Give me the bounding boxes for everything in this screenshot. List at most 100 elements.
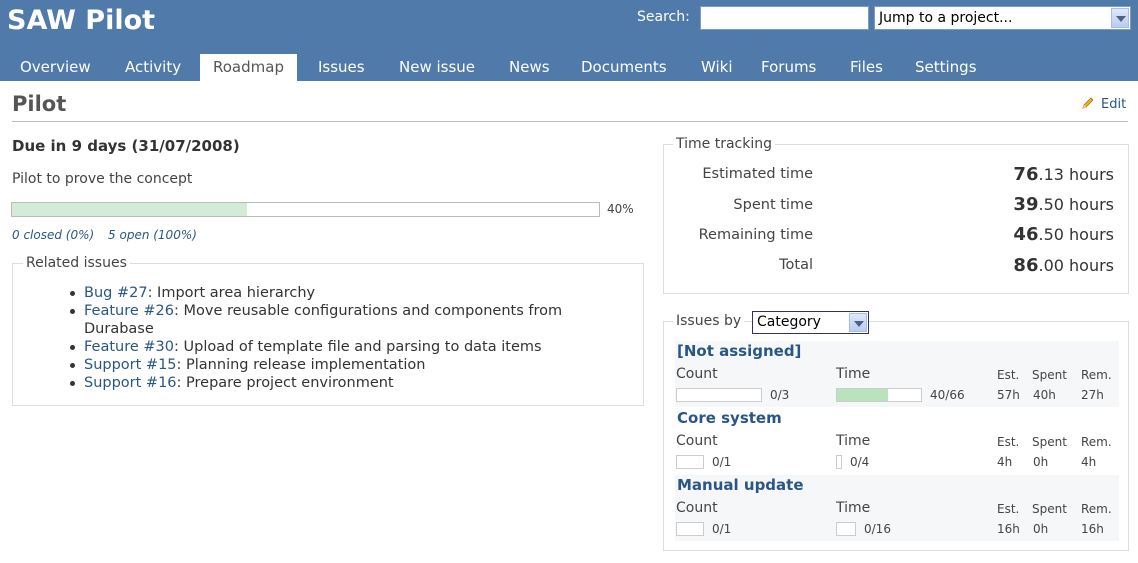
category-name[interactable]: Core system xyxy=(677,409,782,427)
est-value: 16h xyxy=(997,522,1020,536)
edit-label: Edit xyxy=(1101,97,1127,112)
spent-header: Spent xyxy=(1032,435,1067,449)
est-header: Est. xyxy=(997,502,1020,516)
list-item: Support #15: Planning release implementa… xyxy=(70,356,610,374)
spent-header: Spent xyxy=(1032,502,1067,516)
issues-by-select[interactable]: Category xyxy=(752,311,869,334)
related-issues-legend: Related issues xyxy=(23,255,130,271)
tab-roadmap[interactable]: Roadmap xyxy=(200,54,297,81)
time-header: Time xyxy=(836,433,871,449)
edit-link[interactable]: Edit xyxy=(1081,96,1126,112)
rem-value: 4h xyxy=(1081,455,1097,469)
issue-subject: : Prepare project environment xyxy=(176,375,394,391)
main-menu: Overview Activity Roadmap Issues New iss… xyxy=(0,54,1138,81)
count-bar xyxy=(676,388,762,402)
time-value[interactable]: 40/66 xyxy=(930,388,965,402)
related-issues-list: Bug #27: Import area hierarchy Feature #… xyxy=(70,284,610,392)
count-value[interactable]: 0/1 xyxy=(712,455,731,469)
tab-documents[interactable]: Documents xyxy=(568,54,680,81)
list-item: Bug #27: Import area hierarchy xyxy=(70,284,610,302)
time-header: Time xyxy=(836,366,871,382)
issue-link[interactable]: Bug #27 xyxy=(84,285,148,301)
est-header: Est. xyxy=(997,435,1020,449)
rem-value: 27h xyxy=(1081,388,1104,402)
tab-files[interactable]: Files xyxy=(837,54,896,81)
est-value: 57h xyxy=(997,388,1020,402)
list-item: Feature #30: Upload of template file and… xyxy=(70,338,610,356)
time-value[interactable]: 0/16 xyxy=(864,522,891,536)
progress-bar xyxy=(11,202,600,217)
spent-header: Spent xyxy=(1032,368,1067,382)
related-issues-box: Related issues Bug #27: Import area hier… xyxy=(12,255,644,406)
spent-time-label: Spent time xyxy=(733,197,813,213)
chevron-down-icon[interactable] xyxy=(1111,8,1129,28)
issues-by-legend: Issues by xyxy=(673,313,745,329)
est-header: Est. xyxy=(997,368,1020,382)
closed-issues-link[interactable]: 0 closed (0%) xyxy=(12,228,94,242)
tab-settings[interactable]: Settings xyxy=(902,54,990,81)
rem-header: Rem. xyxy=(1081,435,1112,449)
tab-forums[interactable]: Forums xyxy=(748,54,829,81)
category-block: Core system Count Time Est. Spent Rem. 0… xyxy=(675,408,1119,474)
issue-link[interactable]: Feature #26 xyxy=(84,303,174,319)
time-value[interactable]: 0/4 xyxy=(850,455,869,469)
issue-link[interactable]: Support #15 xyxy=(84,357,177,373)
tab-wiki[interactable]: Wiki xyxy=(688,54,746,81)
list-item: Feature #26: Move reusable configuration… xyxy=(70,302,610,338)
tab-issues[interactable]: Issues xyxy=(305,54,378,81)
time-tracking-box: Time tracking Estimated time 76.13 hours… xyxy=(663,136,1129,294)
app-title[interactable]: SAW Pilot xyxy=(7,5,155,36)
spent-value: 40h xyxy=(1033,388,1056,402)
tab-overview[interactable]: Overview xyxy=(7,54,104,81)
remaining-time-value: 46.50 hours xyxy=(1013,224,1114,245)
time-tracking-legend: Time tracking xyxy=(673,136,775,152)
total-time-value: 86.00 hours xyxy=(1013,255,1114,276)
tab-new-issue[interactable]: New issue xyxy=(386,54,488,81)
header: SAW Pilot Search: Jump to a project... O… xyxy=(0,0,1138,81)
jump-to-project-select[interactable]: Jump to a project... xyxy=(874,6,1131,30)
time-header: Time xyxy=(836,500,871,516)
category-block: Manual update Count Time Est. Spent Rem.… xyxy=(675,475,1119,541)
remaining-time-label: Remaining time xyxy=(698,227,813,243)
title-divider xyxy=(12,121,1128,122)
category-name[interactable]: [Not assigned] xyxy=(677,342,801,360)
search-label: Search: xyxy=(637,9,690,25)
spent-time-value: 39.50 hours xyxy=(1013,194,1114,215)
due-date: Due in 9 days (31/07/2008) xyxy=(12,137,240,155)
spent-value: 0h xyxy=(1033,522,1049,536)
time-bar xyxy=(836,388,922,402)
issue-link[interactable]: Feature #30 xyxy=(84,339,174,355)
pencil-icon xyxy=(1082,97,1094,109)
spent-value: 0h xyxy=(1033,455,1049,469)
count-header: Count xyxy=(676,433,718,449)
rem-header: Rem. xyxy=(1081,368,1112,382)
rem-value: 16h xyxy=(1081,522,1104,536)
progress-percent: 40% xyxy=(607,202,634,216)
issue-link[interactable]: Support #16 xyxy=(84,375,177,391)
issue-subject: : Planning release implementation xyxy=(176,357,426,373)
estimated-time-value: 76.13 hours xyxy=(1013,164,1114,185)
time-bar xyxy=(836,455,842,469)
chevron-down-icon[interactable] xyxy=(849,313,867,332)
rem-header: Rem. xyxy=(1081,502,1112,516)
est-value: 4h xyxy=(997,455,1013,469)
count-value[interactable]: 0/1 xyxy=(712,522,731,536)
issue-subject: : Import area hierarchy xyxy=(147,285,316,301)
open-issues-link[interactable]: 5 open (100%) xyxy=(108,228,197,242)
page-title: Pilot xyxy=(12,92,67,116)
time-bar-fill xyxy=(837,389,888,401)
tab-news[interactable]: News xyxy=(496,54,563,81)
estimated-time-label: Estimated time xyxy=(702,166,813,182)
list-item: Support #16: Prepare project environment xyxy=(70,374,610,392)
progress-fill xyxy=(12,203,247,216)
count-value[interactable]: 0/3 xyxy=(770,388,789,402)
tab-activity[interactable]: Activity xyxy=(112,54,194,81)
time-bar xyxy=(836,522,856,536)
count-bar xyxy=(676,455,704,469)
issue-subject: : Upload of template file and parsing to… xyxy=(174,339,542,355)
issues-by-box: Issues by Category [Not assigned] Count … xyxy=(663,311,1129,551)
count-header: Count xyxy=(676,366,718,382)
category-name[interactable]: Manual update xyxy=(677,476,804,494)
search-input[interactable] xyxy=(700,6,869,30)
version-description: Pilot to prove the concept xyxy=(12,171,193,187)
